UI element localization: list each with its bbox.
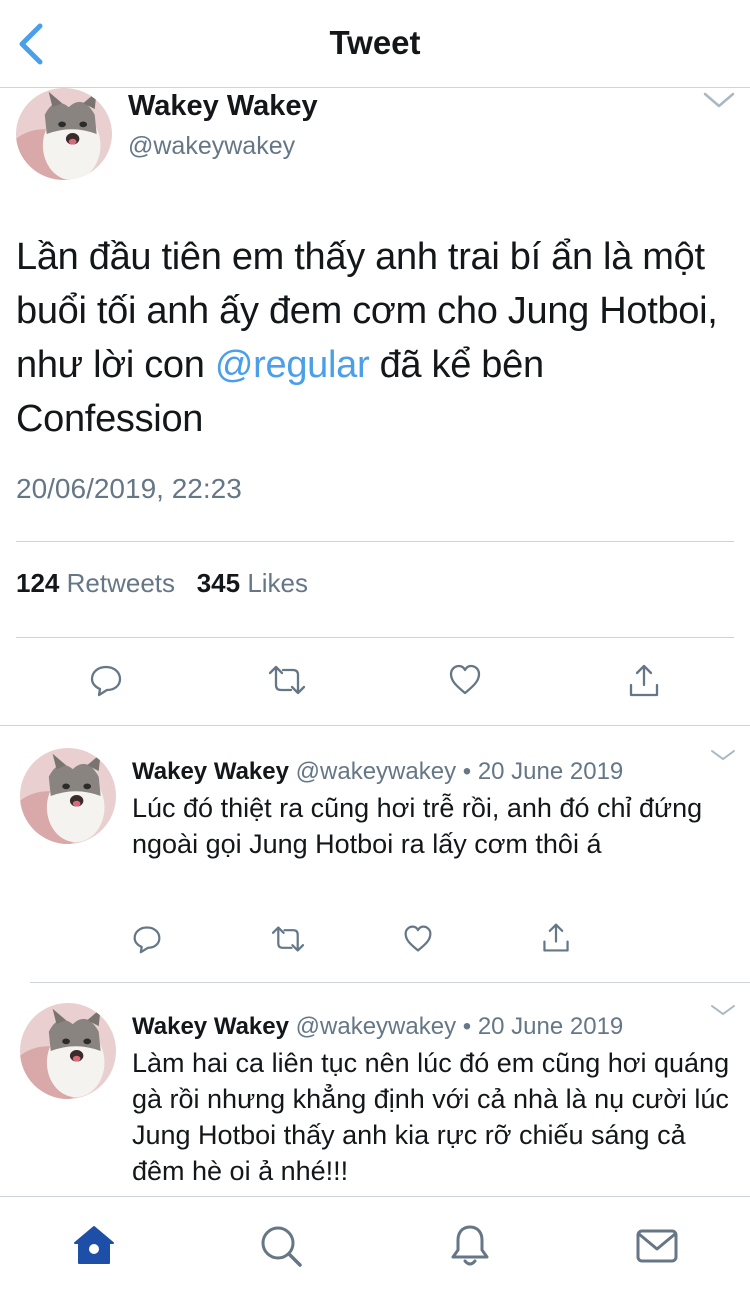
author-handle[interactable]: @wakeywakey (128, 132, 295, 161)
like-button[interactable] (448, 663, 482, 697)
chevron-down-icon (711, 1005, 735, 1016)
retweet-button[interactable] (270, 924, 306, 958)
top-bar: Tweet (0, 0, 750, 88)
tweet-actions (0, 663, 750, 703)
tweet-timestamp: 20/06/2019, 22:23 (16, 473, 242, 504)
tab-bar (0, 1196, 750, 1294)
divider (16, 637, 734, 638)
reply-icon (90, 665, 122, 697)
author-name[interactable]: Wakey Wakey (128, 90, 318, 123)
tab-search[interactable] (258, 1223, 304, 1269)
retweets-label: Retweets (66, 568, 176, 598)
tweet-text: Lần đầu tiên em thấy anh trai bí ẩn là m… (16, 230, 736, 446)
reply-text: Làm hai ca liên tục nên lúc đó em cũng h… (132, 1048, 730, 1186)
notifications-icon (451, 1225, 489, 1266)
share-button[interactable] (540, 922, 574, 958)
search-icon (261, 1226, 302, 1267)
retweets-stat[interactable]: 124 Retweets (16, 568, 175, 598)
reply-header: Wakey Wakey @wakeywakey • 20 June 2019 (132, 1013, 623, 1041)
mention-link[interactable]: @regular (215, 344, 370, 386)
like-icon (404, 925, 432, 952)
reply-meta: @wakeywakey • 20 June 2019 (295, 1013, 624, 1040)
reply-author-name[interactable]: Wakey Wakey (132, 758, 289, 785)
tweet-stats: 124 Retweets 345 Likes (16, 568, 308, 599)
likes-label: Likes (247, 568, 309, 598)
reply-button[interactable] (89, 663, 123, 697)
likes-count: 345 (196, 568, 241, 598)
share-icon (629, 664, 659, 697)
like-button[interactable] (403, 924, 437, 958)
reply-text: Lúc đó thiệt ra cũng hơi trễ rồi, anh đó… (132, 793, 703, 859)
share-button[interactable] (627, 663, 661, 697)
reply-menu-button[interactable] (710, 748, 736, 762)
divider (0, 725, 750, 726)
tweet-menu-button[interactable] (702, 90, 736, 110)
tab-home[interactable] (71, 1223, 117, 1269)
like-icon (449, 664, 481, 695)
divider (30, 982, 750, 983)
chevron-down-icon (703, 92, 735, 108)
avatar[interactable] (20, 1003, 116, 1099)
retweet-icon (271, 926, 305, 952)
reply-meta: @wakeywakey • 20 June 2019 (295, 758, 624, 785)
tab-messages[interactable] (634, 1223, 680, 1269)
reply-header: Wakey Wakey @wakeywakey • 20 June 2019 (132, 758, 623, 786)
retweets-count: 124 (16, 568, 60, 598)
reply-icon (133, 926, 161, 954)
chevron-down-icon (711, 750, 735, 761)
likes-stat[interactable]: 345 Likes (197, 568, 308, 598)
reply-menu-button[interactable] (710, 1003, 736, 1017)
page-title: Tweet (329, 24, 421, 61)
retweet-icon (268, 665, 306, 695)
retweet-button[interactable] (267, 663, 306, 697)
avatar[interactable] (16, 88, 112, 180)
reply-button[interactable] (132, 924, 166, 958)
tab-notifications[interactable] (447, 1223, 493, 1269)
home-icon (74, 1226, 114, 1264)
reply-author-name[interactable]: Wakey Wakey (132, 1013, 289, 1040)
share-icon (543, 923, 569, 952)
avatar[interactable] (20, 748, 116, 844)
messages-icon (636, 1229, 678, 1263)
divider (16, 541, 734, 542)
